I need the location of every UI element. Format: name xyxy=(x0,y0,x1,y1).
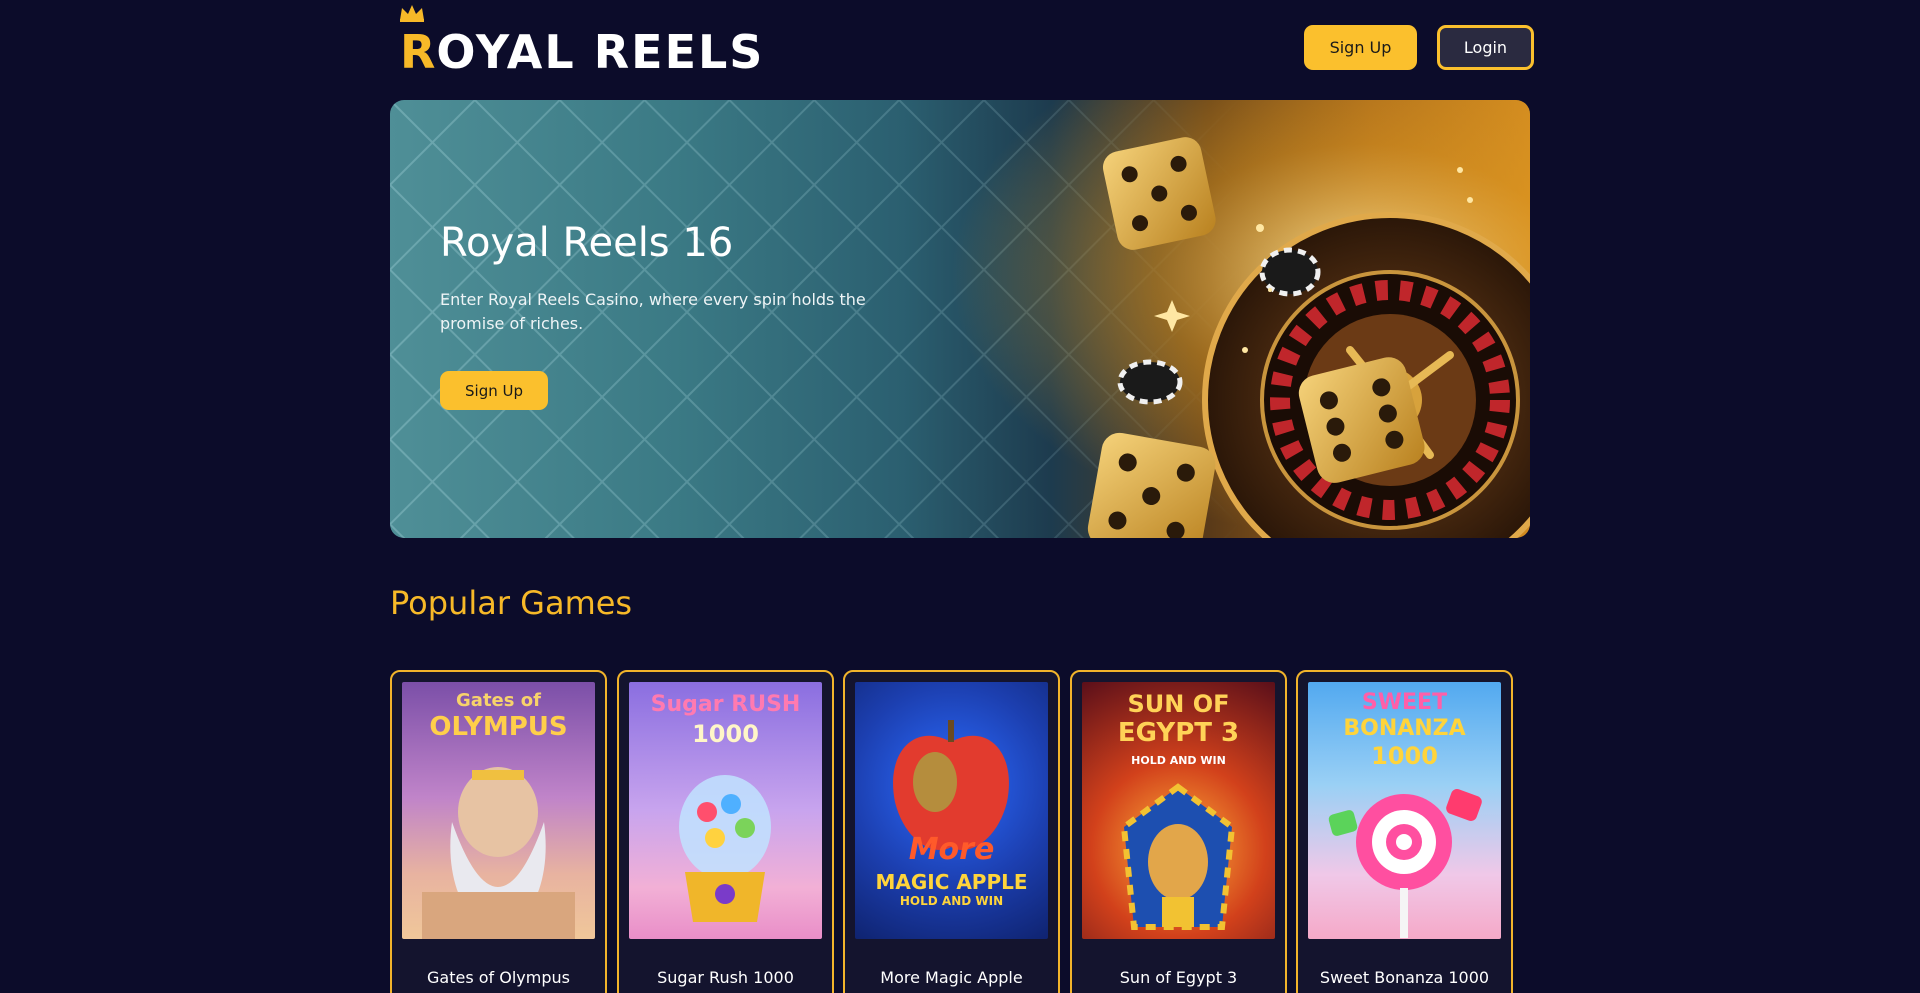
art-title-line3: 1000 xyxy=(1371,742,1438,770)
pharaoh-illustration xyxy=(1120,783,1236,930)
lollipop-illustration xyxy=(1328,789,1482,938)
game-thumbnail[interactable]: SWEET BONANZA 1000 xyxy=(1308,682,1501,939)
game-thumbnail[interactable]: Gates of OLYMPUS xyxy=(402,682,595,939)
zeus-illustration xyxy=(422,767,575,939)
art-title-line2: MAGIC APPLE xyxy=(875,870,1028,894)
site-logo[interactable]: R OYAL REELS xyxy=(400,5,765,79)
art-title-line1: Sugar RUSH xyxy=(650,692,801,717)
game-title[interactable]: Sun of Egypt 3 xyxy=(1072,968,1285,987)
art-title-line2: 1000 xyxy=(692,720,759,748)
popular-games-heading: Popular Games xyxy=(390,584,633,622)
game-title[interactable]: More Magic Apple xyxy=(845,968,1058,987)
art-title-line3: HOLD AND WIN xyxy=(899,894,1004,908)
art-title-line2: EGYPT 3 xyxy=(1117,718,1240,748)
gumball-machine-illustration xyxy=(679,775,771,922)
game-title[interactable]: Gates of Olympus xyxy=(392,968,605,987)
crown-icon xyxy=(400,5,424,22)
art-title-line3: HOLD AND WIN xyxy=(1131,754,1226,767)
art-title-line2: BONANZA xyxy=(1343,716,1466,741)
hero-banner: Royal Reels 16 Enter Royal Reels Casino,… xyxy=(390,100,1530,538)
game-title[interactable]: Sweet Bonanza 1000 xyxy=(1298,968,1511,987)
header-login-button[interactable]: Login xyxy=(1437,25,1534,70)
game-title[interactable]: Sugar Rush 1000 xyxy=(619,968,832,987)
games-grid: Gates of OLYMPUS Gates of Olympus Sugar … xyxy=(390,670,1530,993)
game-card-sweet-bonanza-1000[interactable]: SWEET BONANZA 1000 Sweet Bonanza 1000 xyxy=(1296,670,1513,993)
game-thumbnail[interactable]: More MAGIC APPLE HOLD AND WIN xyxy=(855,682,1048,939)
game-card-sun-of-egypt-3[interactable]: SUN OF EGYPT 3 HOLD AND WIN Sun of Egypt… xyxy=(1070,670,1287,993)
art-title-line1: SWEET xyxy=(1361,690,1448,715)
art-title-line2: OLYMPUS xyxy=(429,712,568,742)
site-header: R OYAL REELS Sign Up Login xyxy=(390,0,1534,96)
page: R OYAL REELS Sign Up Login Royal Reels 1… xyxy=(390,0,1534,993)
hero-roulette-illustration xyxy=(850,100,1530,538)
art-title-line1: SUN OF xyxy=(1127,690,1230,718)
game-card-sugar-rush-1000[interactable]: Sugar RUSH 1000 Sugar Rush 1000 xyxy=(617,670,834,993)
logo-text: OYAL REELS xyxy=(436,25,765,79)
logo-initial: R xyxy=(400,25,437,79)
art-title-line1: Gates of xyxy=(456,690,541,711)
header-signup-button[interactable]: Sign Up xyxy=(1304,25,1417,70)
game-thumbnail[interactable]: SUN OF EGYPT 3 HOLD AND WIN xyxy=(1082,682,1275,939)
game-card-gates-of-olympus[interactable]: Gates of OLYMPUS Gates of Olympus xyxy=(390,670,607,993)
hero-subtitle: Enter Royal Reels Casino, where every sp… xyxy=(440,290,866,333)
game-card-more-magic-apple[interactable]: More MAGIC APPLE HOLD AND WIN More Magic… xyxy=(843,670,1060,993)
game-thumbnail[interactable]: Sugar RUSH 1000 xyxy=(629,682,822,939)
hero-title: Royal Reels 16 xyxy=(440,220,734,266)
hero-signup-button[interactable]: Sign Up xyxy=(440,371,548,410)
art-title-line1: More xyxy=(908,832,995,867)
